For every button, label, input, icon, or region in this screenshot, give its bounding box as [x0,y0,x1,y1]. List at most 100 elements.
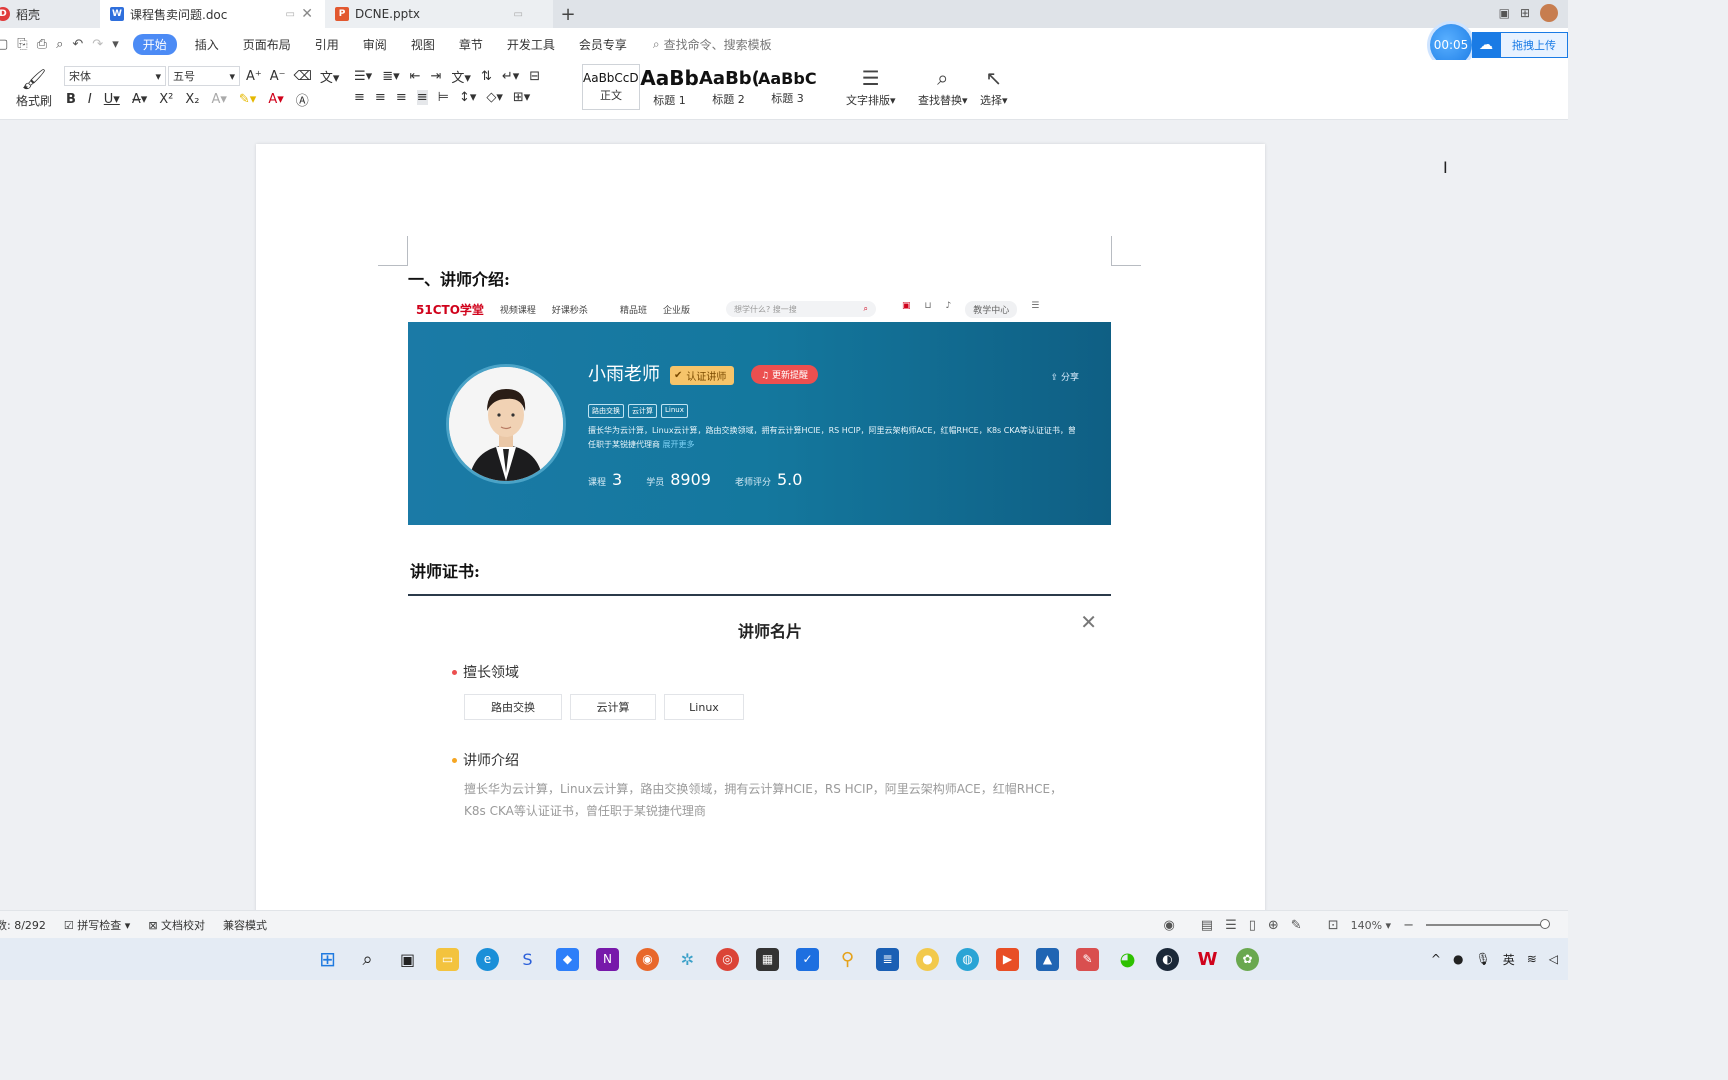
menu-references[interactable]: 引用 [303,34,351,55]
photos-icon[interactable]: ▲ [1036,947,1059,971]
profile-screenshot[interactable]: 51CTO学堂 视频课程 好课秒杀 精品班 企业版 想学什么? 搜一搜 ⌕ ▣ ⊔… [408,296,1111,525]
zoom-slider-knob[interactable] [1540,919,1550,929]
float-window-icon[interactable]: ▭ [514,9,523,20]
read-view-icon[interactable]: ▯ [1249,918,1256,933]
highlight-icon[interactable]: ✎▾ [239,92,256,107]
magnifier-app-icon[interactable]: ⚲ [836,948,859,971]
grid-icon[interactable]: ⊞ [1520,6,1530,20]
indent-icon[interactable]: ⇥ [431,69,442,84]
edge-icon[interactable]: e [476,947,499,971]
doc-proof-button[interactable]: ⊠ 文档校对 [148,917,205,933]
export-icon[interactable]: ⎘ [17,37,27,52]
spell-check-button[interactable]: ☑ 拼写检查 ▾ [64,917,130,933]
globe-app-icon[interactable]: ◍ [956,947,979,971]
search-icon[interactable]: ⌕ [356,948,379,971]
zoom-out-icon[interactable]: − [1403,918,1414,933]
bullet-list-icon[interactable]: ☰▾ [354,69,372,84]
style-normal[interactable]: AaBbCcDd 正文 [582,64,640,110]
show-marks-icon[interactable]: ↵▾ [502,69,519,84]
menu-insert[interactable]: 插入 [183,34,231,55]
zoom-level[interactable]: 140% ▾ [1351,919,1391,932]
preview-icon[interactable]: ⌕ [56,37,63,52]
undo-icon[interactable]: ↶ [72,37,83,52]
card-screenshot[interactable]: 讲师名片 ✕ 擅长领域 路由交换 云计算 Linux 讲师介绍 擅长华为云计算，… [408,594,1111,834]
cloud-icon[interactable]: ☁ [1472,32,1500,58]
grow-font-icon[interactable]: A⁺ [246,69,262,84]
close-tab-icon[interactable]: ✕ [301,6,313,22]
input-method[interactable]: 英 [1503,951,1515,968]
task-view-icon[interactable]: ▣ [396,948,419,971]
line-spacing-icon[interactable]: ↕▾ [459,90,476,105]
float-window-icon[interactable]: ▭ [286,9,295,20]
page-view-icon[interactable]: ▤ [1201,918,1213,933]
shrink-font-icon[interactable]: A⁻ [270,69,286,84]
chevron-down-icon[interactable]: ▾ [112,37,119,52]
feishu-icon[interactable]: ◆ [556,947,579,971]
bold-icon[interactable]: B [66,92,76,107]
s-app-icon[interactable]: S [516,948,539,971]
upload-button[interactable]: 拖拽上传 [1500,32,1568,58]
volume-icon[interactable]: ◁ [1549,952,1558,966]
borders-icon[interactable]: ⊞▾ [513,90,530,105]
underline-icon[interactable]: U▾ [104,92,120,107]
web-view-icon[interactable]: ⊕ [1268,918,1279,933]
char-border-icon[interactable]: Ⓐ [296,90,309,109]
page-count[interactable]: 数: 8/292 [0,917,46,933]
chevron-up-icon[interactable]: ^ [1431,952,1441,966]
qq-icon[interactable]: ● [1453,952,1463,966]
font-name-select[interactable]: 宋体 ▾ [64,66,166,86]
document-page[interactable]: 一、讲师介绍: 51CTO学堂 视频课程 好课秒杀 精品班 企业版 想学什么? … [256,144,1265,910]
menu-view[interactable]: 视图 [399,34,447,55]
firefox-icon[interactable]: ◉ [636,947,659,971]
zoom-slider[interactable] [1426,919,1550,929]
notepad-icon[interactable]: ≣ [876,947,899,971]
file-explorer-icon[interactable]: ▭ [436,947,459,971]
new-tab-button[interactable]: + [553,0,583,28]
subscript-icon[interactable]: X₂ [185,92,199,107]
sort-icon[interactable]: ⇅ [481,69,492,84]
tab-daoke[interactable]: D 稻壳 [0,0,100,28]
shield-icon[interactable]: ✓ [796,947,819,971]
phonetic-icon[interactable]: 文▾ [320,67,340,86]
print-icon[interactable]: ⎙ [37,37,47,52]
game-app-icon[interactable]: ✿ [1236,947,1259,971]
microphone-icon[interactable]: 🎙 [1475,952,1490,966]
tab-pptx[interactable]: P DCNE.pptx ▭ [325,0,553,28]
menu-chapter[interactable]: 章节 [447,34,495,55]
redo-icon[interactable]: ↷ [92,37,103,52]
italic-icon[interactable]: I [88,92,92,107]
document-area[interactable]: 一、讲师介绍: 51CTO学堂 视频课程 好课秒杀 精品班 企业版 想学什么? … [0,120,1568,910]
font-color-icon[interactable]: A▾ [268,92,283,107]
command-search[interactable]: ⌕ 查找命令、搜索模板 [653,36,772,53]
align-left-icon[interactable]: ≡ [354,90,365,105]
chinese-layout-icon[interactable]: 文▾ [451,67,471,86]
layout-icon[interactable]: ▣ [1499,6,1510,20]
menu-review[interactable]: 审阅 [351,34,399,55]
save-icon[interactable]: ▢ [0,37,8,52]
shading-icon[interactable]: ◇▾ [486,90,503,105]
bulb-app-icon[interactable]: ● [916,947,939,971]
style-heading-3[interactable]: AaBbC( 标题 3 [758,64,817,110]
superscript-icon[interactable]: X² [159,92,173,107]
align-right-icon[interactable]: ≡ [396,90,407,105]
clear-format-icon[interactable]: ⌫ [294,69,312,84]
outdent-icon[interactable]: ⇤ [410,69,421,84]
outline-view-icon[interactable]: ☰ [1225,918,1237,933]
steam-icon[interactable]: ◐ [1156,947,1179,971]
strikethrough-icon[interactable]: A̶▾ [132,92,147,107]
distribute-icon[interactable]: ⊨ [438,90,449,105]
menu-member[interactable]: 会员专享 [567,34,639,55]
write-view-icon[interactable]: ✎ [1291,918,1302,933]
tab-icon[interactable]: ⊟ [529,69,540,84]
windows-start-icon[interactable]: ⊞ [316,947,339,971]
find-replace-button[interactable]: ⌕ 查找替换▾ [918,64,968,108]
align-justify-icon[interactable]: ≡ [416,90,428,105]
media-app-icon[interactable]: ▦ [756,947,779,971]
menu-start[interactable]: 开始 [132,33,177,55]
style-heading-2[interactable]: AaBb( 标题 2 [699,64,758,110]
style-heading-1[interactable]: AaBb 标题 1 [640,64,699,110]
red-app-icon[interactable]: ▶ [996,947,1019,971]
eye-protect-icon[interactable]: ◉ [1163,918,1174,933]
paint-icon[interactable]: ✎ [1076,947,1099,971]
font-size-select[interactable]: 五号 ▾ [168,66,240,86]
